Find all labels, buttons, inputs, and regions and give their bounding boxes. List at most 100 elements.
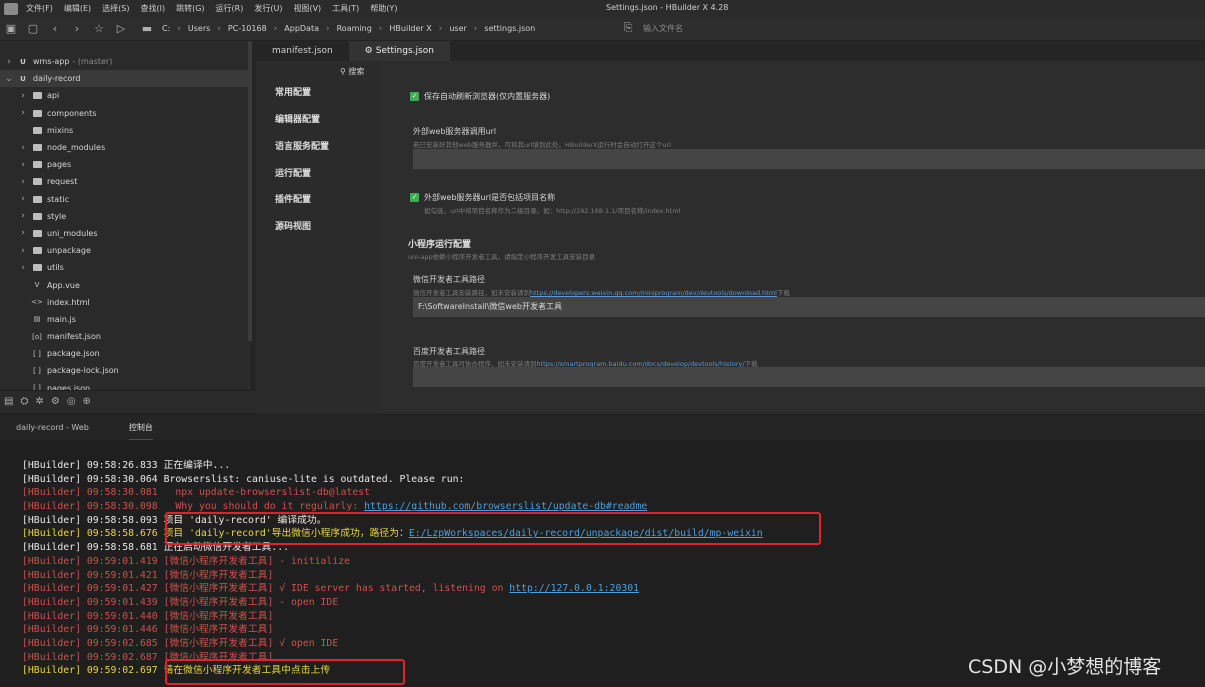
menu-item[interactable]: 跳转(G) [176, 3, 204, 14]
menu-item[interactable]: 选择(S) [102, 3, 129, 14]
breadcrumb-item[interactable]: user [449, 24, 466, 33]
menu-item[interactable]: 查找(I) [140, 3, 165, 14]
auto-refresh-checkbox-row[interactable]: ✓ 保存自动刷新浏览器(仅内置服务器) [410, 91, 550, 102]
tree-item[interactable]: mixins [0, 122, 251, 139]
project-daily-record[interactable]: ⌄ Udaily-record [0, 70, 251, 88]
run-icon[interactable]: ▷ [110, 22, 132, 35]
tree-item[interactable]: › unpackage [0, 242, 251, 259]
star-icon[interactable]: ☆ [88, 22, 110, 35]
baidu-path-input[interactable] [413, 367, 1205, 387]
breadcrumb-item[interactable]: Users [188, 24, 210, 33]
breadcrumb-item[interactable]: settings.json [484, 24, 535, 33]
include-project-checkbox-row[interactable]: ✓ 外部web服务器url是否包括项目名称 [410, 192, 555, 203]
checkbox-checked-icon[interactable]: ✓ [410, 193, 419, 202]
tree-item[interactable]: › static [0, 191, 251, 208]
nav-run-config[interactable]: 运行配置 [275, 166, 311, 179]
chevron-right-icon[interactable]: › [18, 143, 28, 153]
tree-item[interactable]: › api [0, 87, 251, 104]
chevron-right-icon[interactable]: › [18, 160, 28, 170]
chevron-right-icon[interactable]: › [18, 108, 28, 118]
breadcrumb-item[interactable]: Roaming [337, 24, 372, 33]
file-icon: [o] [32, 332, 42, 341]
nav-editor-config[interactable]: 编辑器配置 [275, 112, 320, 125]
menu-item[interactable]: 视图(V) [293, 3, 321, 14]
wechat-download-link[interactable]: https://developers.weixin.qq.com/minipro… [530, 289, 777, 297]
external-url-input[interactable] [413, 149, 1205, 169]
chevron-right-icon[interactable]: › [18, 91, 28, 101]
tree-item[interactable]: › uni_modules [0, 225, 251, 242]
nav-plugin-config[interactable]: 插件配置 [275, 192, 311, 205]
log-link[interactable]: https://github.com/browserslist/update-d… [364, 501, 647, 512]
tree-item[interactable]: › style [0, 208, 251, 225]
tree-item-label: index.html [47, 297, 90, 307]
nav-language-service-config[interactable]: 语言服务配置 [275, 139, 329, 152]
tree-item[interactable]: › components [0, 105, 251, 122]
folder-icon [32, 92, 42, 100]
tree-item[interactable]: [ ] package.json [0, 345, 251, 362]
log-timestamp: 09:59:01.421 [86, 569, 158, 581]
file-icon: ▤ [33, 315, 41, 324]
save-icon[interactable]: ▢ [22, 22, 44, 35]
tree-item-label: unpackage [47, 246, 91, 256]
menu-item[interactable]: 帮助(Y) [370, 3, 397, 14]
tab-manifest-json[interactable]: manifest.json [256, 41, 349, 61]
menu-item[interactable]: 工具(T) [332, 3, 359, 14]
forward-icon[interactable]: › [66, 22, 88, 35]
tree-item[interactable]: <> index.html [0, 294, 251, 311]
file-search[interactable]: ⎘ 输入文件名 [622, 21, 683, 35]
nav-common-config[interactable]: 常用配置 [275, 85, 311, 98]
explorer-icon[interactable]: ▤ [4, 396, 13, 407]
debug-icon[interactable]: ✲ [35, 396, 43, 407]
menu-item[interactable]: 文件(F) [26, 3, 53, 14]
tree-item[interactable]: [ ] package-lock.json [0, 362, 251, 379]
search-icon: ⚲ [340, 67, 346, 76]
sidebar-scrollbar[interactable] [248, 41, 252, 341]
chevron-right-icon[interactable]: › [18, 211, 28, 221]
tree-item[interactable]: › pages [0, 156, 251, 173]
tab-console[interactable]: 控制台 [128, 415, 153, 441]
new-file-icon[interactable]: ▣ [0, 22, 22, 35]
console-output[interactable]: [HBuilder] 09:58:26.833 正在编译中... [HBuilde… [0, 440, 1205, 687]
back-icon[interactable]: ‹ [44, 22, 66, 35]
log-tag: [HBuilder] [22, 514, 81, 526]
breadcrumb-item[interactable]: C: [162, 24, 170, 33]
console-line: [HBuilder] 09:59:01.440 [微信小程序开发者工具] [22, 610, 1205, 624]
chevron-right-icon[interactable]: › [18, 263, 28, 273]
project-wms-app[interactable]: › Uwms-app - (master) [0, 53, 251, 70]
chevron-right-icon[interactable]: › [18, 177, 28, 187]
breadcrumb-item[interactable]: AppData [284, 24, 319, 33]
menu-item[interactable]: 编辑(E) [64, 3, 91, 14]
chevron-right-icon[interactable]: › [18, 228, 28, 238]
file-search-placeholder[interactable]: 输入文件名 [643, 23, 683, 34]
tree-item[interactable]: V App.vue [0, 276, 251, 293]
settings-search[interactable]: ⚲ 搜索 [340, 66, 364, 77]
menu-item[interactable]: 运行(R) [216, 3, 244, 14]
tree-item[interactable]: ▤ main.js [0, 311, 251, 328]
breadcrumb-item[interactable]: PC-10168 [228, 24, 267, 33]
plugin-icon[interactable]: ⛭ [20, 396, 28, 407]
hbuilder-logo-icon [4, 2, 18, 15]
checkbox-checked-icon[interactable]: ✓ [410, 92, 419, 101]
tab-settings-json[interactable]: ⚙ Settings.json [348, 41, 450, 61]
tree-item[interactable]: [ ] pages.json [0, 380, 251, 390]
chevron-right-icon[interactable]: › [18, 246, 28, 256]
chevron-down-icon[interactable]: ⌄ [4, 74, 14, 84]
menu-item[interactable]: 发行(U) [254, 3, 282, 14]
log-timestamp: 09:59:01.446 [86, 624, 158, 636]
log-link[interactable]: http://127.0.0.1:20301 [509, 583, 639, 594]
chevron-right-icon[interactable]: › [4, 57, 14, 67]
tab-web-preview[interactable]: daily-record - Web [16, 415, 89, 441]
settings-icon[interactable]: ⚙ [51, 396, 60, 407]
account-icon[interactable]: ◎ [67, 396, 76, 407]
wechat-path-input[interactable]: F:\SoftwareInstall\微信web开发者工具 [413, 297, 1205, 317]
tree-item[interactable]: › utils [0, 259, 251, 276]
tree-item-label: App.vue [47, 280, 80, 290]
tree-item[interactable]: › node_modules [0, 139, 251, 156]
extension-icon[interactable]: ⊕ [83, 396, 91, 407]
tree-item[interactable]: [o] manifest.json [0, 328, 251, 345]
chevron-right-icon[interactable]: › [18, 194, 28, 204]
nav-source-view[interactable]: 源码视图 [275, 219, 311, 232]
breadcrumb-item[interactable]: HBuilder X [389, 24, 431, 33]
tree-item[interactable]: › request [0, 173, 251, 190]
tree-item-label: manifest.json [47, 332, 101, 342]
